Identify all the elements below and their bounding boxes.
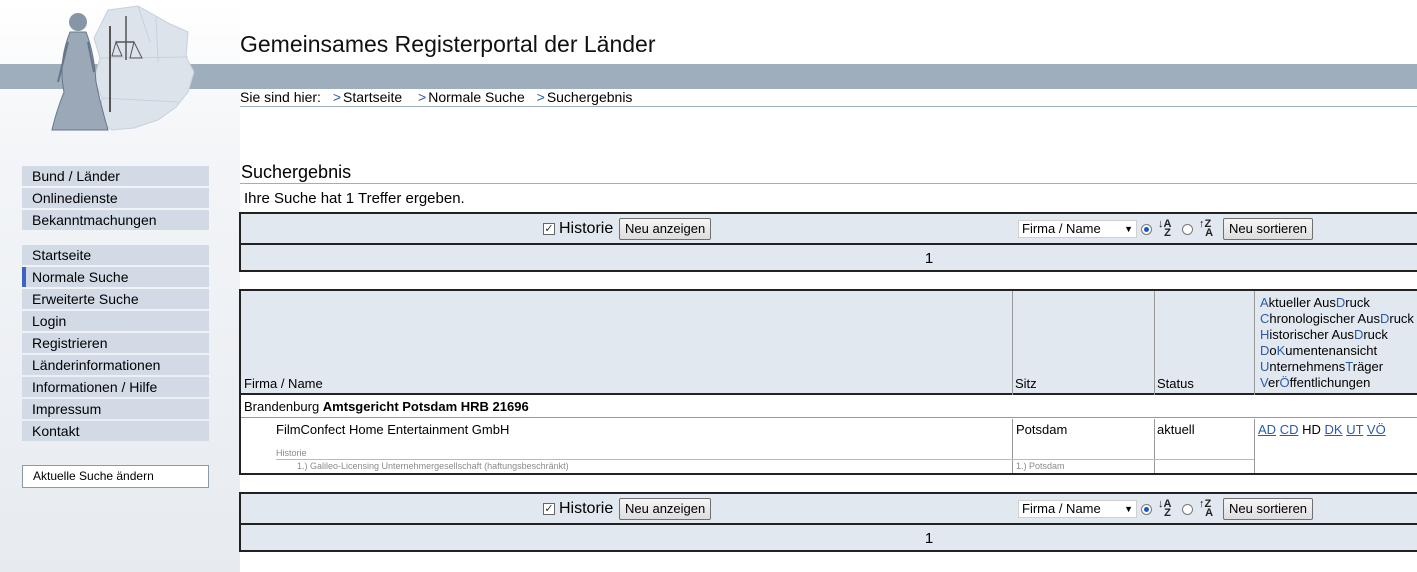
breadcrumb-normale-suche[interactable]: Normale Suche: [428, 89, 525, 105]
sort-asc-radio[interactable]: [1141, 224, 1152, 235]
court-state: Brandenburg: [244, 399, 320, 414]
col-divider: [1254, 291, 1255, 395]
col-header-firma: Firma / Name: [244, 376, 323, 391]
sidebar-item-registrieren[interactable]: Registrieren: [22, 333, 209, 353]
sidebar-item-impressum[interactable]: Impressum: [22, 399, 209, 419]
company-status: aktuell: [1157, 422, 1195, 437]
chevron-down-icon: ▼: [1124, 224, 1133, 234]
sort-select-value: Firma / Name: [1022, 501, 1101, 516]
header-band: [0, 64, 1417, 89]
court-name: Amtsgericht Potsdam HRB 21696: [322, 399, 529, 414]
history-divider: [276, 459, 1254, 460]
breadcrumb-prefix: Sie sind hier:: [240, 89, 321, 105]
breadcrumb-sep: >: [332, 89, 342, 105]
doc-link-ut[interactable]: UT: [1346, 422, 1363, 437]
doc-link-hd: HD: [1302, 422, 1321, 437]
sort-descending-icon: ↑Z A: [1199, 498, 1214, 519]
legend-item: DoKumentenansicht: [1260, 343, 1378, 358]
col-divider: [1154, 291, 1155, 395]
legend-item: Chronologischer AusDruck: [1260, 311, 1414, 326]
sidebar-item-erweiterte-suche[interactable]: Erweiterte Suche: [22, 289, 209, 309]
sort-descending-icon: ↑Z A: [1199, 218, 1214, 239]
sort-button[interactable]: Neu sortieren: [1223, 498, 1314, 520]
doc-link-vo[interactable]: VÖ: [1367, 422, 1386, 437]
doc-link-cd[interactable]: CD: [1280, 422, 1299, 437]
sort-ascending-icon: ↓A Z: [1158, 498, 1172, 519]
col-header-status: Status: [1157, 376, 1194, 391]
breadcrumb: Sie sind hier: > Startseite > Normale Such…: [240, 89, 632, 105]
sidebar-item-bund-laender[interactable]: Bund / Länder: [22, 166, 209, 186]
col-divider: [1254, 419, 1255, 473]
results-table: Firma / Name Sitz Status Aktueller AusDr…: [239, 289, 1417, 475]
breadcrumb-startseite[interactable]: Startseite: [343, 89, 402, 105]
legend-item: UnternehmensTräger: [1260, 359, 1384, 374]
breadcrumb-sep: >: [418, 89, 427, 105]
sidebar-nav-top: Bund / Länder Onlinedienste Bekanntmachu…: [22, 166, 209, 232]
sidebar-item-login[interactable]: Login: [22, 311, 209, 331]
pagination: 1: [241, 247, 1417, 270]
history-sitz: 1.) Potsdam: [1016, 461, 1065, 471]
sort-asc-radio[interactable]: [1141, 504, 1152, 515]
sort-ascending-icon: ↓A Z: [1158, 218, 1172, 239]
court-row: Brandenburg Amtsgericht Potsdam HRB 2169…: [241, 395, 1417, 418]
doc-link-dk[interactable]: DK: [1325, 422, 1343, 437]
hits-text: Ihre Suche hat 1 Treffer ergeben.: [244, 190, 465, 207]
sidebar-item-informationen-hilfe[interactable]: Informationen / Hilfe: [22, 377, 209, 397]
sidebar-item-onlinedienste[interactable]: Onlinedienste: [22, 188, 209, 208]
results-controls-bottom: ✓ Historie Neu anzeigen Firma / Name ▼ ↓A…: [239, 492, 1417, 552]
breadcrumb-suchergebnis: Suchergebnis: [546, 89, 633, 105]
doc-link-ad[interactable]: AD: [1258, 422, 1276, 437]
sort-select[interactable]: Firma / Name ▼: [1018, 220, 1137, 238]
historie-label: Historie: [559, 500, 614, 517]
company-name: FilmConfect Home Entertainment GmbH: [276, 422, 510, 437]
company-sitz: Potsdam: [1016, 422, 1068, 437]
section-divider: [240, 183, 1417, 184]
page-link[interactable]: 1: [925, 250, 933, 267]
col-divider: [1012, 291, 1013, 395]
historie-checkbox[interactable]: ✓: [543, 223, 555, 235]
pagination: 1: [241, 527, 1417, 550]
history-name: 1.) Galileo-Licensing Unternehmergesells…: [297, 461, 569, 471]
chevron-down-icon: ▼: [1124, 504, 1133, 514]
legend-item: VerÖffentlichungen: [1260, 375, 1371, 390]
table-header: Firma / Name Sitz Status Aktueller AusDr…: [241, 291, 1417, 395]
page-title: Gemeinsames Registerportal der Länder: [240, 31, 656, 57]
sort-select[interactable]: Firma / Name ▼: [1018, 500, 1137, 518]
sidebar-item-bekanntmachungen[interactable]: Bekanntmachungen: [22, 210, 209, 230]
sidebar-nav-main: Startseite Normale Suche Erweiterte Such…: [22, 245, 209, 443]
document-legend: Aktueller AusDruck Chronologischer AusDr…: [1260, 295, 1414, 391]
historie-checkbox[interactable]: ✓: [543, 503, 555, 515]
show-button[interactable]: Neu anzeigen: [619, 498, 712, 520]
controls-row: ✓ Historie Neu anzeigen Firma / Name ▼ ↓A…: [241, 214, 1417, 245]
page-link[interactable]: 1: [925, 530, 933, 547]
sidebar-item-startseite[interactable]: Startseite: [22, 245, 209, 265]
col-header-sitz: Sitz: [1015, 376, 1037, 391]
sort-select-value: Firma / Name: [1022, 221, 1101, 236]
breadcrumb-divider: [240, 106, 1417, 107]
sidebar-item-kontakt[interactable]: Kontakt: [22, 421, 209, 441]
section-title: Suchergebnis: [241, 162, 352, 182]
history-label: Historie: [276, 448, 307, 458]
col-divider: [1154, 419, 1155, 473]
legend-item: Historischer AusDruck: [1260, 327, 1388, 342]
results-controls-top: ✓ Historie Neu anzeigen Firma / Name ▼ ↓A…: [239, 212, 1417, 272]
col-divider: [1012, 419, 1013, 473]
historie-label: Historie: [559, 220, 614, 237]
breadcrumb-sep: >: [536, 89, 545, 105]
change-search-button[interactable]: Aktuelle Suche ändern: [22, 465, 209, 488]
sidebar-item-laenderinformationen[interactable]: Länderinformationen: [22, 355, 209, 375]
legend-item: Aktueller AusDruck: [1260, 295, 1370, 310]
justitia-logo-icon: [51, 5, 195, 131]
show-button[interactable]: Neu anzeigen: [619, 218, 712, 240]
sort-button[interactable]: Neu sortieren: [1223, 218, 1314, 240]
document-links: AD CD HD DK UT VÖ: [1258, 422, 1386, 437]
sort-desc-radio[interactable]: [1182, 504, 1193, 515]
controls-row: ✓ Historie Neu anzeigen Firma / Name ▼ ↓A…: [241, 494, 1417, 525]
sort-desc-radio[interactable]: [1182, 224, 1193, 235]
sidebar-item-normale-suche[interactable]: Normale Suche: [22, 267, 209, 287]
